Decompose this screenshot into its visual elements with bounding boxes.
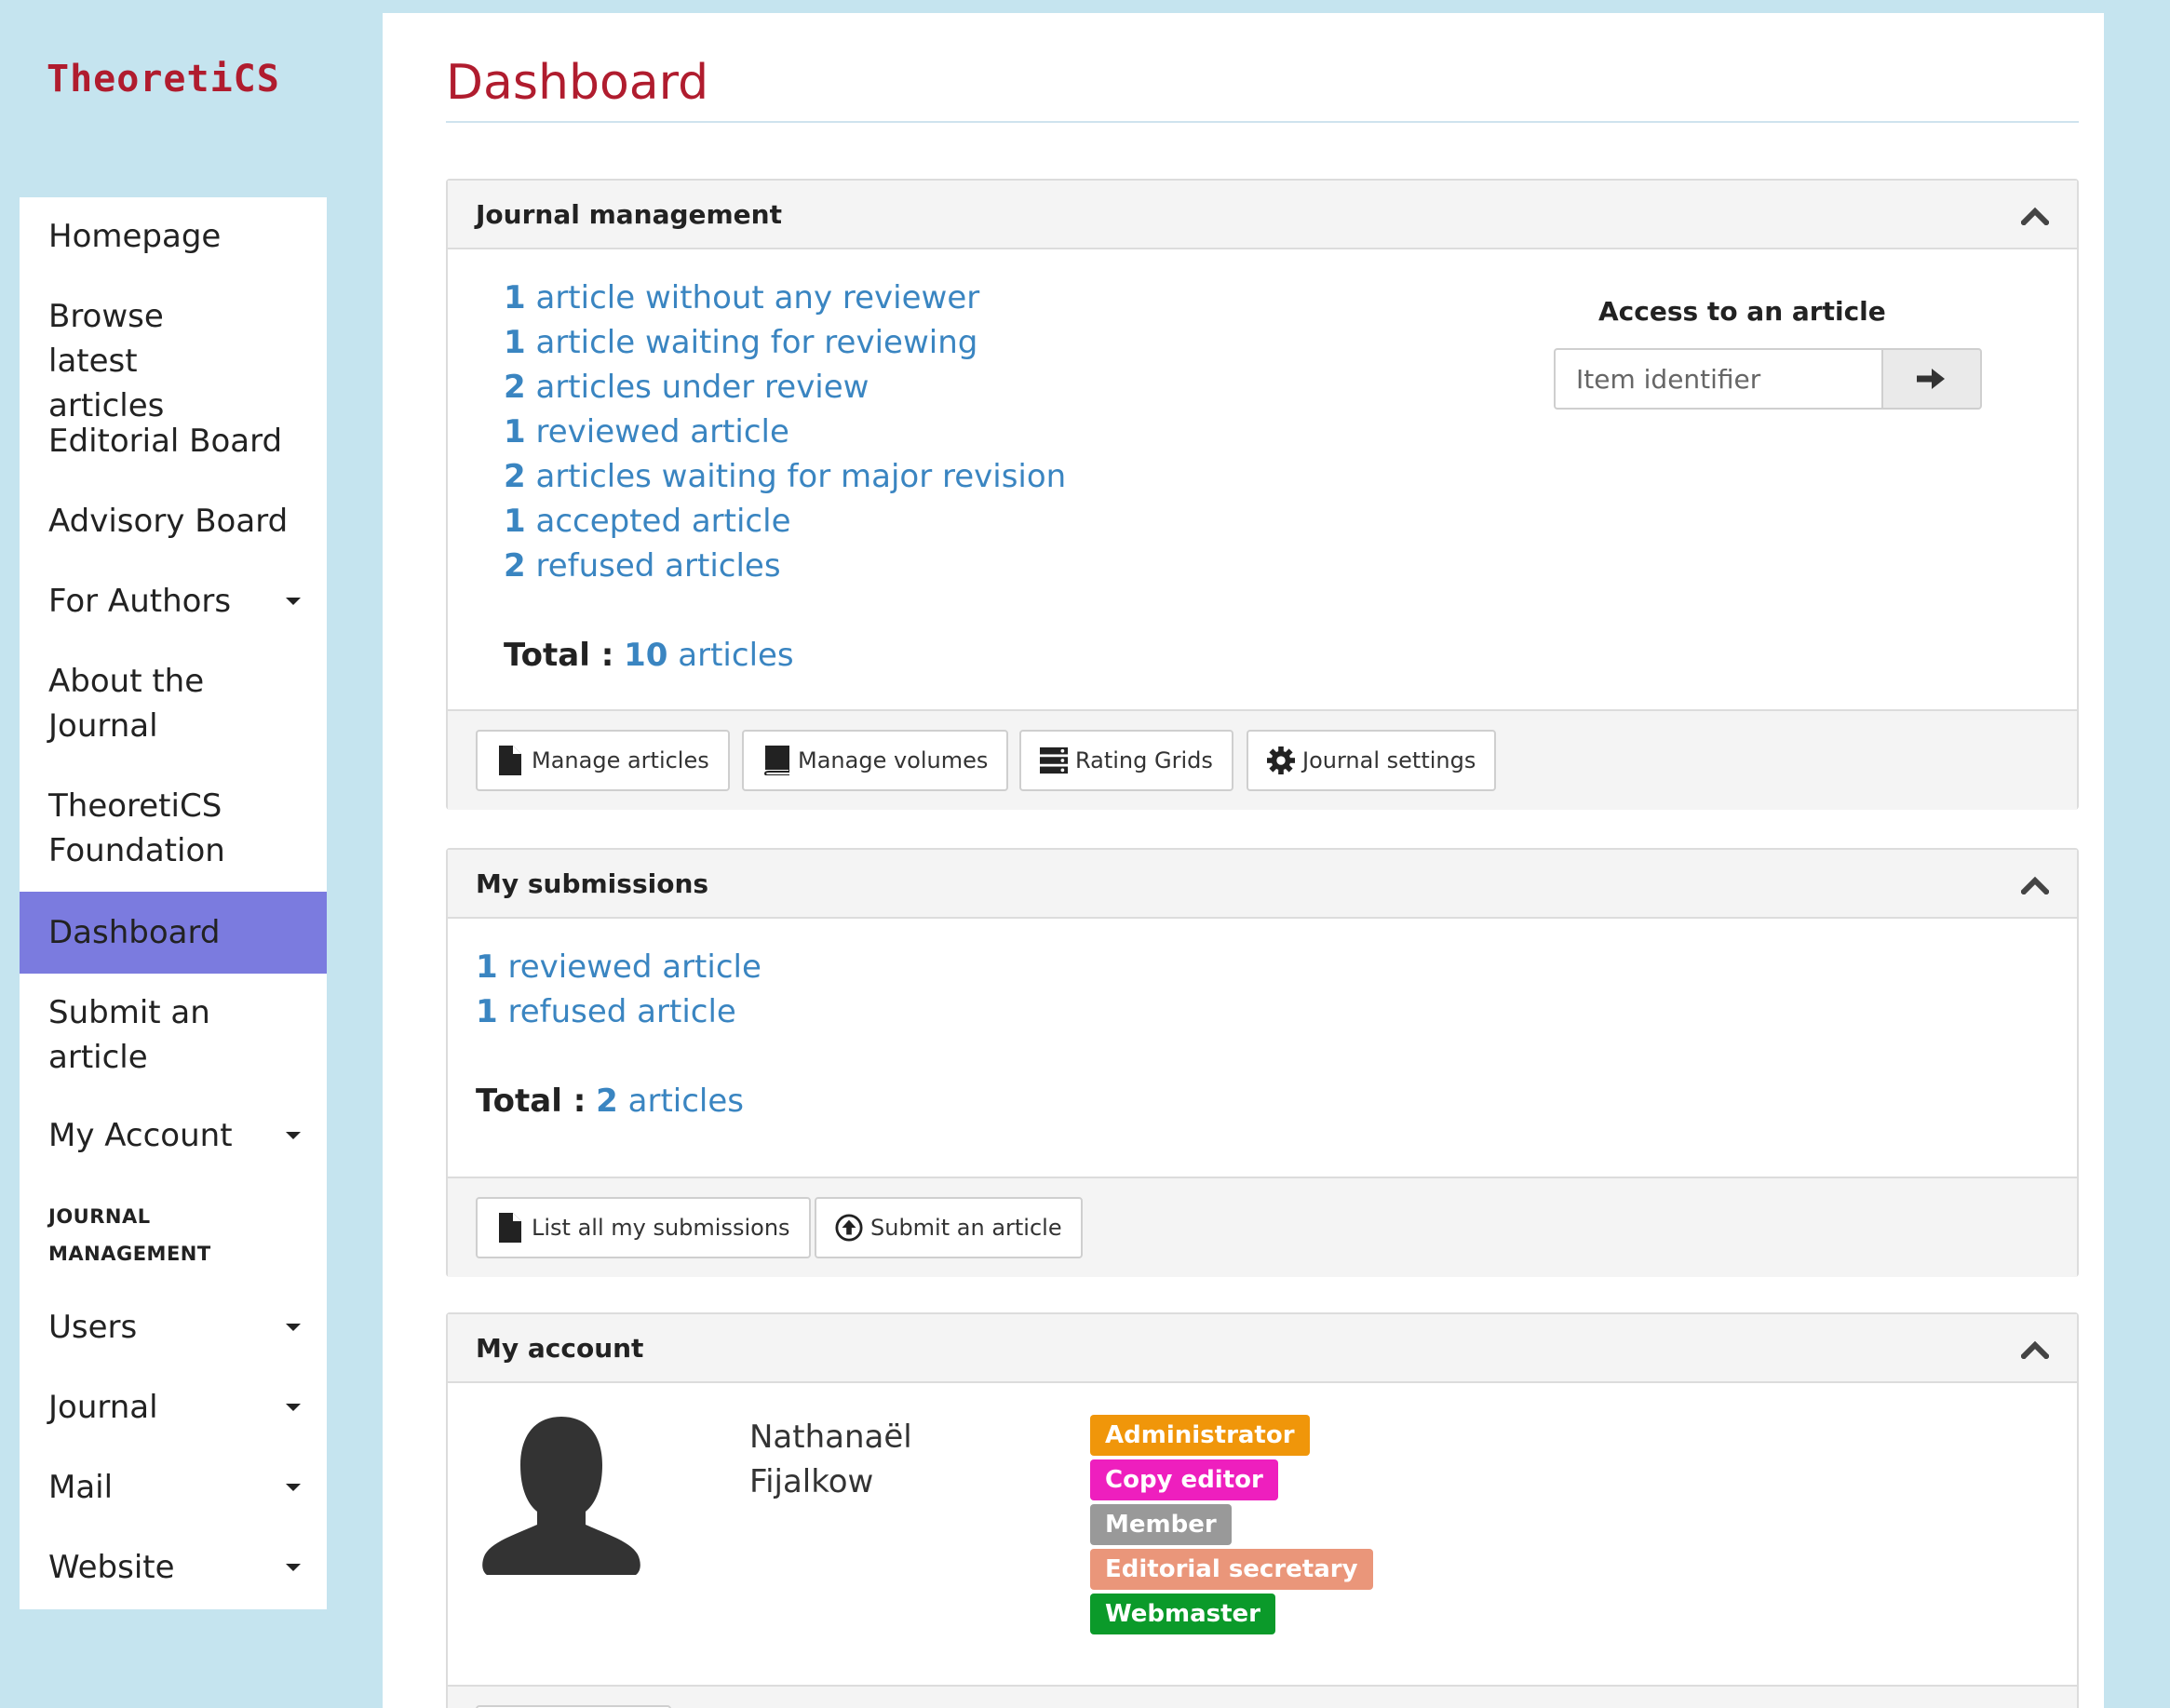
sidebar-item-advisory-board[interactable]: Advisory Board (20, 499, 327, 544)
sidebar-item-my-account[interactable]: My Account (20, 1113, 327, 1158)
stat-link[interactable]: 1 reviewed article (504, 413, 789, 451)
file-icon (496, 1212, 524, 1244)
stat-link[interactable]: 1 article waiting for reviewing (504, 324, 977, 361)
stat-link[interactable]: 1 reviewed article (476, 948, 762, 986)
stat-link[interactable]: 2 articles under review (504, 369, 869, 406)
sidebar-item-users[interactable]: Users (20, 1305, 327, 1350)
sidebar-item-label: Dashboard (48, 914, 221, 951)
user-avatar-icon (479, 1415, 643, 1579)
sidebar-item-label: My Account (48, 1117, 233, 1154)
sidebar-item-label: Submit an article (48, 994, 210, 1076)
panel-heading: Journal management (448, 181, 2077, 249)
sidebar-item-dashboard[interactable]: Dashboard (20, 892, 327, 974)
stat-link[interactable]: 1 refused article (476, 993, 736, 1030)
sidebar-item-website[interactable]: Website (20, 1545, 327, 1590)
sidebar-item-label: Users (48, 1309, 138, 1346)
journal-settings-button[interactable]: Journal settings (1247, 730, 1497, 791)
list-my-submissions-button[interactable]: List all my submissions (476, 1197, 811, 1258)
access-article-title: Access to an article (1598, 296, 1886, 327)
manage-volumes-button[interactable]: Manage volumes (742, 730, 1009, 791)
chevron-up-icon[interactable] (2019, 874, 2051, 896)
stat-link[interactable]: 1 accepted article (504, 503, 791, 540)
panel-heading: My account (448, 1314, 2077, 1383)
role-badge: Webmaster (1090, 1594, 1275, 1634)
page-title: Dashboard (446, 55, 709, 111)
panel-title: My submissions (476, 868, 709, 899)
my-submissions-panel: My submissions 1 reviewed article 1 refu… (446, 848, 2079, 1277)
role-badge: Copy editor (1090, 1459, 1278, 1500)
sidebar-item-label: Browse latest articles (48, 298, 165, 424)
sidebar-nav: Homepage Browse latest articles Editoria… (20, 197, 327, 1609)
caret-down-icon (286, 1132, 301, 1139)
stat-link[interactable]: 2 articles waiting for major revision (504, 458, 1066, 495)
book-icon (762, 745, 790, 776)
user-first-name: Nathanaël (749, 1419, 912, 1456)
sidebar-item-mail[interactable]: Mail (20, 1465, 327, 1510)
sidebar-item-theoretics-foundation[interactable]: TheoretiCS Foundation (20, 784, 262, 873)
total-articles-link[interactable]: 10 articles (624, 637, 794, 674)
upload-circle-icon (835, 1212, 863, 1244)
manage-articles-button[interactable]: Manage articles (476, 730, 730, 791)
sidebar-item-homepage[interactable]: Homepage (20, 214, 327, 259)
submit-article-button[interactable]: Submit an article (815, 1197, 1083, 1258)
caret-down-icon (286, 1564, 301, 1571)
chevron-up-icon[interactable] (2019, 1338, 2051, 1361)
chevron-up-icon[interactable] (2019, 205, 2051, 227)
arrow-right-icon[interactable] (1881, 348, 1982, 410)
sidebar-item-label: Mail (48, 1469, 114, 1506)
sidebar-item-label: Website (48, 1549, 175, 1586)
sidebar-item-for-authors[interactable]: For Authors (20, 579, 327, 624)
rating-grids-button[interactable]: Rating Grids (1019, 730, 1233, 791)
sidebar-item-label: Advisory Board (48, 503, 289, 540)
panel-title: Journal management (476, 199, 782, 230)
stat-link[interactable]: 1 article without any reviewer (504, 279, 979, 316)
panel-heading: My submissions (448, 850, 2077, 919)
caret-down-icon (286, 598, 301, 605)
stat-link[interactable]: 2 refused articles (504, 547, 781, 585)
caret-down-icon (286, 1484, 301, 1491)
caret-down-icon (286, 1404, 301, 1411)
sidebar-item-label: For Authors (48, 583, 232, 620)
caret-down-icon (286, 1324, 301, 1331)
my-account-panel: My account Nathanaël Fijalkow Administra… (446, 1312, 2079, 1708)
role-badge: Administrator (1090, 1415, 1310, 1456)
sidebar-item-label: Homepage (48, 218, 222, 255)
item-identifier-input[interactable] (1554, 348, 1881, 410)
role-badge: Member (1090, 1504, 1232, 1545)
panel-title: My account (476, 1333, 644, 1364)
main-content: Dashboard Journal management 1 article w… (383, 13, 2104, 1708)
role-badge: Editorial secretary (1090, 1549, 1373, 1590)
sidebar-item-label: About the Journal (48, 663, 205, 745)
sidebar-item-about-the-journal[interactable]: About the Journal (20, 659, 224, 748)
sidebar-item-label: Journal (48, 1389, 158, 1426)
sidebar-item-editorial-board[interactable]: Editorial Board (20, 419, 327, 464)
panel-footer: Manage articles Manage volumes Rating Gr… (448, 709, 2077, 810)
file-icon (496, 745, 524, 776)
total-articles-link[interactable]: 2 articles (596, 1083, 744, 1120)
user-name: Nathanaël Fijalkow (749, 1415, 982, 1504)
sidebar-item-journal[interactable]: Journal (20, 1385, 327, 1430)
sidebar-item-submit-an-article[interactable]: Submit an article (20, 990, 224, 1080)
sidebar-section-title: JOURNAL MANAGEMENT (48, 1205, 211, 1265)
total-count: Total : 2 articles (476, 1083, 744, 1120)
server-icon (1040, 745, 1068, 776)
total-count: Total : 10 articles (504, 637, 794, 674)
sidebar-item-browse-latest-articles[interactable]: Browse latest articles (20, 294, 262, 428)
sidebar-item-label: Editorial Board (48, 423, 283, 460)
panel-footer: List all my submissions Submit an articl… (448, 1177, 2077, 1277)
site-logo[interactable]: TheoretiCS (47, 58, 280, 101)
gear-icon (1267, 745, 1295, 776)
journal-management-panel: Journal management 1 article without any… (446, 179, 2079, 810)
user-last-name: Fijalkow (749, 1463, 874, 1500)
sidebar-item-label: TheoretiCS Foundation (48, 787, 225, 869)
title-divider (446, 121, 2079, 123)
account-body: Nathanaël Fijalkow Administrator Copy ed… (448, 1383, 2077, 1662)
panel-footer (448, 1685, 2077, 1708)
